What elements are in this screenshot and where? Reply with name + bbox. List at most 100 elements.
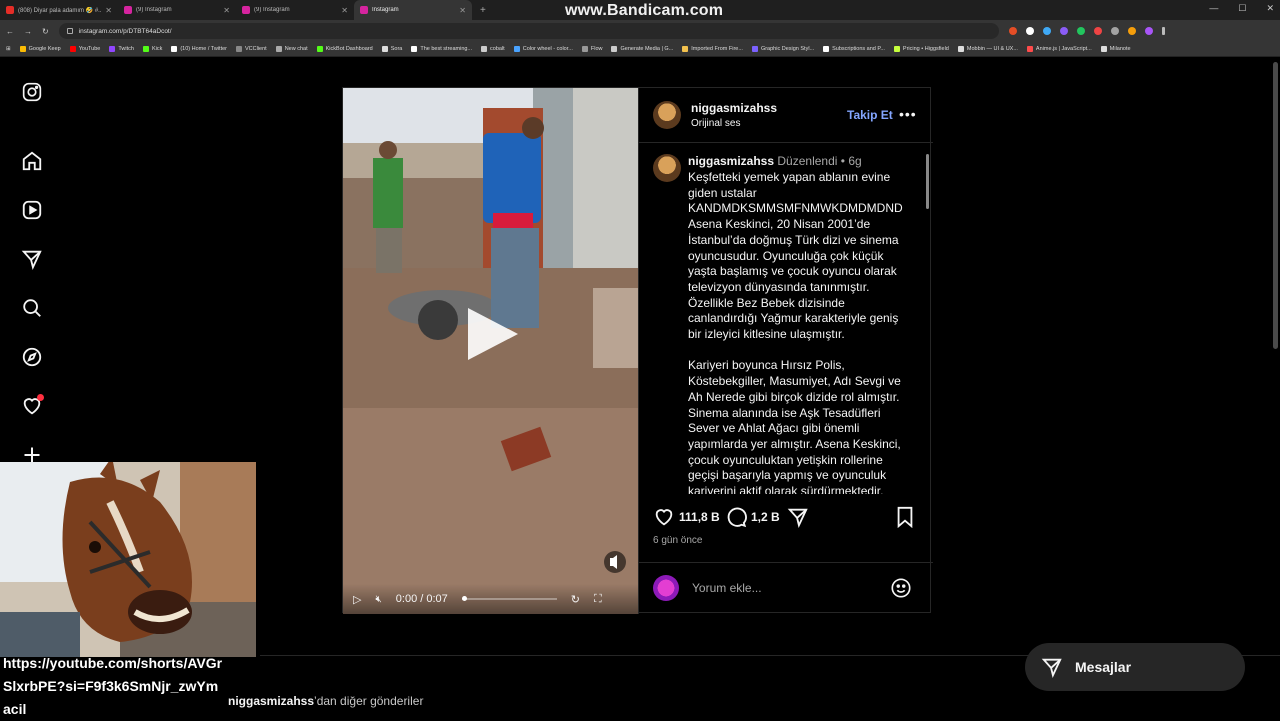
bookmark-item[interactable]: Generate Media | G... bbox=[611, 46, 673, 52]
profile-avatar-icon[interactable] bbox=[1144, 27, 1153, 35]
webcam-overlay bbox=[0, 462, 256, 657]
direct-messages-icon[interactable] bbox=[20, 247, 44, 271]
bookmark-item[interactable]: Color wheel - color... bbox=[513, 46, 573, 52]
like-button[interactable]: 111,8 B bbox=[653, 506, 720, 528]
post-header: niggasmizahss Orijinal ses Takip Et ••• bbox=[639, 88, 933, 143]
close-tab-icon[interactable]: ✕ bbox=[223, 6, 230, 15]
browser-tab-active[interactable]: Instagram ✕ bbox=[354, 0, 472, 20]
caption-area: niggasmizahss Düzenlendi • 6g Keşfetteki… bbox=[639, 144, 933, 494]
bookmark-favicon-icon bbox=[1100, 46, 1107, 52]
browser-tab[interactable]: (9) Instagram ✕ bbox=[236, 0, 354, 20]
more-posts-username[interactable]: niggasmizahss bbox=[228, 694, 314, 708]
browser-tab[interactable]: (9) Instagram ✕ bbox=[118, 0, 236, 20]
extension-icon[interactable] bbox=[1127, 27, 1136, 35]
mute-icon[interactable]: 🔇︎ bbox=[375, 594, 381, 605]
search-icon[interactable] bbox=[20, 296, 44, 320]
url-bar[interactable]: instagram.com/p/DTBT64aDcot/ bbox=[58, 23, 999, 39]
play-icon[interactable]: ▷ bbox=[353, 593, 361, 606]
extension-icon[interactable] bbox=[1093, 27, 1102, 35]
close-tab-icon[interactable]: ✕ bbox=[341, 6, 348, 15]
bookmark-item[interactable]: Twitch bbox=[109, 46, 134, 52]
video-controls: ▷ 🔇︎ 0:00 / 0:07 ↻ ⛶ bbox=[343, 584, 638, 614]
share-button[interactable] bbox=[787, 506, 809, 528]
fullscreen-icon[interactable]: ⛶ bbox=[594, 593, 602, 606]
messages-button[interactable]: Mesajlar bbox=[1025, 643, 1245, 691]
bookmark-item[interactable]: Milanote bbox=[1100, 46, 1131, 52]
reload-icon[interactable]: ↻ bbox=[42, 27, 49, 36]
browser-tab[interactable]: (808) Diyar pala adamım 🤣 #... ✕ bbox=[0, 0, 118, 20]
notifications-heart-icon[interactable] bbox=[20, 394, 44, 418]
avatar[interactable] bbox=[653, 154, 681, 182]
page-scrollbar[interactable] bbox=[1273, 62, 1278, 349]
bookmark-item[interactable]: Google Keep bbox=[19, 46, 61, 52]
minimize-icon[interactable]: — bbox=[1209, 3, 1218, 14]
forward-icon[interactable]: → bbox=[24, 27, 32, 36]
post-author-username[interactable]: niggasmizahss bbox=[691, 101, 777, 115]
bookmark-item[interactable]: Sora bbox=[381, 46, 402, 52]
home-icon[interactable] bbox=[20, 149, 44, 173]
bookmark-favicon-icon bbox=[682, 46, 689, 52]
bookmark-favicon-icon bbox=[823, 46, 830, 52]
emoji-icon[interactable] bbox=[890, 577, 912, 599]
bookmark-item[interactable]: Anime.js | JavaScript... bbox=[1026, 46, 1092, 52]
close-window-icon[interactable]: ✕ bbox=[1266, 3, 1274, 14]
instagram-logo-icon[interactable] bbox=[20, 80, 44, 104]
bookmark-item[interactable]: Graphic Design Styl... bbox=[751, 46, 814, 52]
caption-username[interactable]: niggasmizahss bbox=[688, 154, 774, 168]
bookmark-item[interactable]: Kick bbox=[142, 46, 162, 52]
audio-label[interactable]: Orijinal ses bbox=[691, 118, 777, 129]
bookmark-item[interactable]: (10) Home / Twitter bbox=[171, 46, 227, 52]
extension-icon[interactable] bbox=[1110, 27, 1119, 35]
bookmark-item[interactable]: Flow bbox=[581, 46, 602, 52]
close-tab-icon[interactable]: ✕ bbox=[105, 6, 112, 15]
bookmark-item[interactable]: Imported From Fire... bbox=[682, 46, 743, 52]
bookmark-item[interactable]: YouTube bbox=[69, 46, 100, 52]
avatar[interactable] bbox=[653, 101, 681, 129]
extension-icon[interactable] bbox=[1059, 27, 1068, 35]
close-tab-icon[interactable]: ✕ bbox=[459, 6, 466, 15]
video-progress-bar[interactable] bbox=[461, 596, 557, 601]
back-icon[interactable]: ← bbox=[6, 27, 14, 36]
bookmark-label: cobalt bbox=[490, 46, 505, 52]
messages-label: Mesajlar bbox=[1075, 659, 1132, 675]
current-user-avatar[interactable] bbox=[653, 575, 679, 601]
comment-button[interactable]: 1,2 B bbox=[725, 506, 780, 528]
share-icon bbox=[787, 508, 808, 528]
reels-icon[interactable] bbox=[20, 198, 44, 222]
extension-icon[interactable] bbox=[1008, 27, 1017, 35]
bookmark-item[interactable]: KickBot Dashboard bbox=[316, 46, 373, 52]
bookmark-label: KickBot Dashboard bbox=[325, 46, 373, 52]
bookmark-item[interactable]: The best streaming... bbox=[411, 46, 472, 52]
video-frame bbox=[343, 88, 638, 614]
post-video[interactable]: ▷ 🔇︎ 0:00 / 0:07 ↻ ⛶ bbox=[343, 88, 638, 614]
apps-grid-icon[interactable]: ⊞ bbox=[6, 46, 11, 52]
scrollbar-thumb[interactable] bbox=[926, 154, 929, 209]
bookmark-item[interactable]: Pricing • Higgsfield bbox=[893, 46, 949, 52]
bookmark-label: New chat bbox=[284, 46, 308, 52]
save-button[interactable] bbox=[895, 506, 915, 528]
maximize-icon[interactable]: ☐ bbox=[1238, 3, 1246, 14]
caption-scrollbar[interactable] bbox=[924, 144, 932, 494]
bookmark-item[interactable]: Mobbin — UI & UX... bbox=[957, 46, 1018, 52]
youtube-favicon-icon bbox=[6, 6, 14, 14]
extension-icon[interactable] bbox=[1042, 27, 1051, 35]
tab-title: (808) Diyar pala adamım 🤣 #... bbox=[18, 7, 102, 14]
bookmark-item[interactable]: cobalt bbox=[481, 46, 505, 52]
browser-tab-bar: (808) Diyar pala adamım 🤣 #... ✕ (9) Ins… bbox=[0, 0, 1280, 20]
comment-input[interactable]: Yorum ekle... bbox=[692, 581, 762, 595]
bookmark-label: Google Keep bbox=[28, 46, 61, 52]
extension-icon[interactable] bbox=[1025, 27, 1034, 35]
bookmark-item[interactable]: VCClient bbox=[236, 46, 267, 52]
menu-icon[interactable] bbox=[1161, 27, 1165, 35]
follow-button[interactable]: Takip Et bbox=[847, 108, 893, 122]
more-options-icon[interactable]: ••• bbox=[899, 106, 917, 122]
bookmark-item[interactable]: Subscriptions and P... bbox=[823, 46, 885, 52]
site-info-icon[interactable] bbox=[66, 28, 73, 34]
bookmark-item[interactable]: New chat bbox=[275, 46, 308, 52]
post-dialog: ▷ 🔇︎ 0:00 / 0:07 ↻ ⛶ niggasmizahss Oriji… bbox=[342, 87, 933, 614]
new-tab-button[interactable]: + bbox=[472, 5, 494, 16]
extension-icon[interactable] bbox=[1076, 27, 1085, 35]
bookmark-favicon-icon bbox=[751, 46, 758, 52]
explore-icon[interactable] bbox=[20, 345, 44, 369]
rewind-icon[interactable]: ↻ bbox=[571, 593, 580, 606]
